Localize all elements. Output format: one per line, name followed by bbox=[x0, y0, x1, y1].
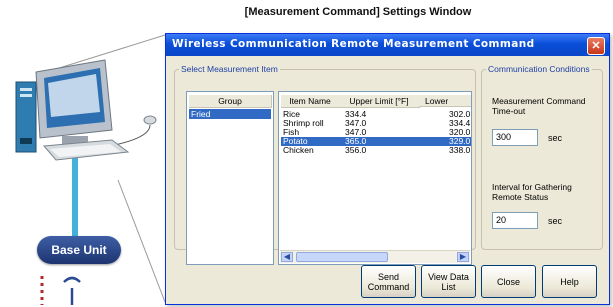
settings-window: Wireless Communication Remote Measuremen… bbox=[165, 33, 610, 305]
select-measurement-item-group: Select Measurement Item Group Fried Item… bbox=[174, 64, 476, 265]
communication-conditions-legend: Communication Conditions bbox=[488, 64, 590, 74]
timeout-label: Measurement Command Time-out bbox=[492, 96, 586, 116]
measurement-item-list[interactable]: Item Name Upper Limit [°F] Lower Rice 33… bbox=[278, 91, 472, 265]
callout-line-bottom bbox=[117, 179, 166, 303]
scroll-thumb[interactable] bbox=[296, 252, 388, 262]
communication-conditions-group: Communication Conditions Measurement Com… bbox=[481, 64, 603, 250]
list-item[interactable]: Chicken 356.0 338.0 bbox=[281, 146, 471, 155]
group-list[interactable]: Group Fried bbox=[186, 91, 274, 265]
interval-input[interactable]: 20 bbox=[492, 212, 538, 229]
item-lower-limit: 338.0 bbox=[449, 145, 471, 155]
send-command-button[interactable]: Send Command bbox=[361, 265, 416, 298]
column-item-name[interactable]: Item Name bbox=[281, 95, 340, 108]
item-name: Chicken bbox=[283, 145, 314, 155]
interval-label: Interval for Gathering Remote Status bbox=[492, 182, 572, 202]
timeout-unit: sec bbox=[548, 133, 563, 143]
view-data-list-button[interactable]: View Data List bbox=[421, 265, 476, 298]
pc-tower bbox=[15, 81, 37, 153]
timeout-input[interactable]: 300 bbox=[492, 129, 538, 146]
window-titlebar[interactable]: Wireless Communication Remote Measuremen… bbox=[166, 34, 609, 56]
list-item[interactable]: Fish 347.0 320.0 bbox=[281, 128, 471, 137]
help-button[interactable]: Help bbox=[542, 265, 597, 298]
pc-monitor bbox=[35, 59, 113, 144]
window-title: Wireless Communication Remote Measuremen… bbox=[172, 38, 535, 50]
base-unit-badge: Base Unit bbox=[37, 236, 121, 264]
group-column-header[interactable]: Group bbox=[189, 95, 272, 108]
pc-keyboard bbox=[42, 139, 130, 161]
column-lower-limit[interactable]: Lower bbox=[419, 95, 471, 107]
cable bbox=[72, 152, 78, 236]
list-item[interactable]: Shrimp roll 347.0 334.4 bbox=[281, 119, 471, 128]
column-upper-limit[interactable]: Upper Limit [°F] bbox=[339, 95, 420, 108]
item-upper-limit: 356.0 bbox=[345, 145, 367, 155]
item-list-header: Item Name Upper Limit [°F] Lower bbox=[281, 95, 471, 108]
horizontal-scrollbar[interactable]: ◀ ▶ bbox=[280, 250, 470, 263]
figure-caption: [Measurement Command] Settings Window bbox=[244, 6, 472, 18]
interval-unit: sec bbox=[548, 216, 563, 226]
select-measurement-item-legend: Select Measurement Item bbox=[181, 64, 278, 74]
close-button[interactable]: Close bbox=[481, 265, 536, 298]
wifi-signal-icon bbox=[63, 276, 81, 305]
group-item-fried[interactable]: Fried bbox=[189, 109, 271, 119]
scroll-left-icon[interactable]: ◀ bbox=[281, 252, 293, 262]
close-icon[interactable]: ✕ bbox=[587, 37, 605, 55]
scroll-right-icon[interactable]: ▶ bbox=[457, 252, 469, 262]
